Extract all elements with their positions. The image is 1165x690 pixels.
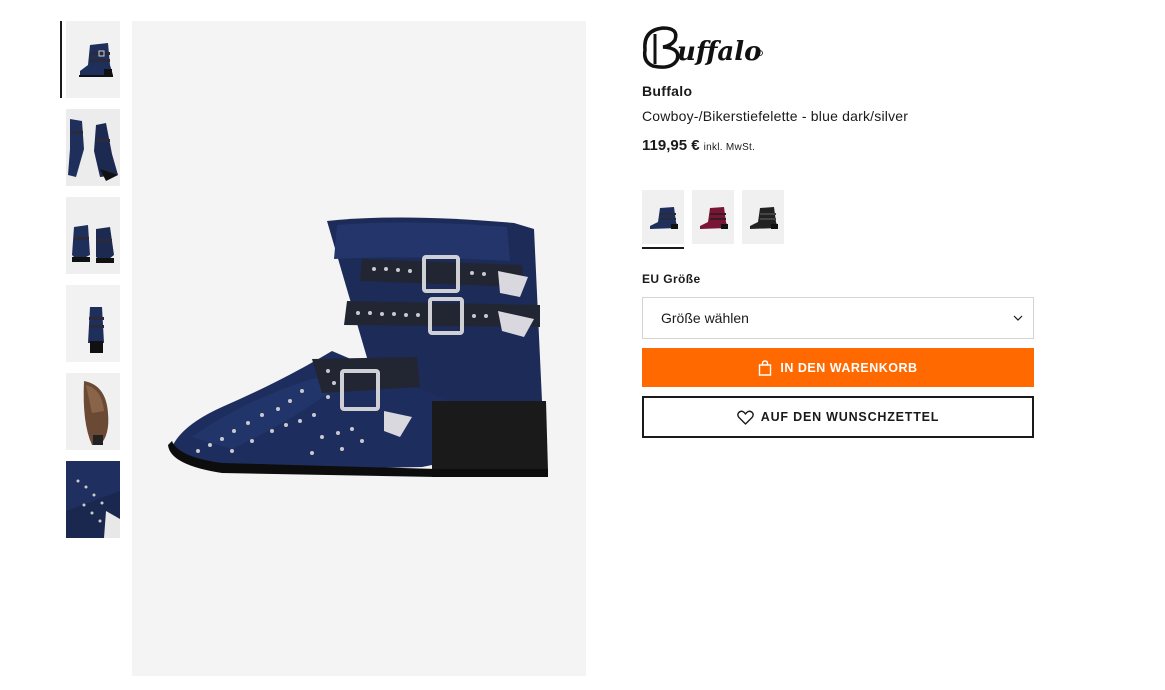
size-select-value: Größe wählen <box>661 310 749 326</box>
chevron-down-icon <box>1013 315 1023 321</box>
thumbnail-detail-view[interactable] <box>66 461 120 538</box>
brand-logo[interactable]: uffalo <box>641 20 766 72</box>
thumbnail-top-pair-view[interactable] <box>66 109 120 186</box>
add-to-cart-label: IN DEN WARENKORB <box>780 360 918 375</box>
size-label: EU Größe <box>642 272 701 286</box>
thumbnail-sole-view[interactable] <box>66 373 120 450</box>
active-thumbnail-indicator <box>60 21 62 98</box>
color-swatch-bordeaux[interactable] <box>692 190 734 244</box>
vat-note: inkl. MwSt. <box>703 142 756 153</box>
product-name: Cowboy-/Bikerstiefelette - blue dark/sil… <box>642 108 909 124</box>
boot-blue-swatch-icon <box>642 190 684 244</box>
boot-pair-thumbnail-icon <box>66 109 120 186</box>
boot-sole-thumbnail-icon <box>66 373 120 450</box>
boot-photo-icon <box>168 217 548 477</box>
thumbnail-back-view[interactable] <box>66 285 120 362</box>
product-price: 119,95 € <box>642 137 700 154</box>
price-row: 119,95 € inkl. MwSt. <box>642 137 755 154</box>
buffalo-logo-icon: uffalo <box>642 26 763 69</box>
shopping-bag-icon <box>759 359 772 376</box>
boot-back-thumbnail-icon <box>66 285 120 362</box>
add-to-wishlist-label: AUF DEN WUNSCHZETTEL <box>760 410 940 424</box>
boot-black-swatch-icon <box>742 190 784 244</box>
boot-front-thumbnail-icon <box>66 197 120 274</box>
color-swatch-black[interactable] <box>742 190 784 244</box>
selected-swatch-underline <box>642 247 684 249</box>
product-brand[interactable]: Buffalo <box>642 83 692 99</box>
color-swatches <box>642 190 784 249</box>
heart-icon <box>736 410 754 425</box>
main-product-image[interactable] <box>132 21 586 676</box>
boot-side-thumbnail-icon <box>66 21 120 98</box>
svg-text:uffalo: uffalo <box>677 37 761 67</box>
thumbnail-side-view[interactable] <box>66 21 120 98</box>
color-swatch-blue-dark[interactable] <box>642 190 684 249</box>
thumbnail-front-pair-view[interactable] <box>66 197 120 274</box>
size-select[interactable]: Größe wählen <box>642 297 1034 339</box>
add-to-wishlist-button[interactable]: AUF DEN WUNSCHZETTEL <box>642 396 1034 438</box>
add-to-cart-button[interactable]: IN DEN WARENKORB <box>642 348 1034 387</box>
boot-bordeaux-swatch-icon <box>692 190 734 244</box>
boot-detail-thumbnail-icon <box>66 461 120 538</box>
